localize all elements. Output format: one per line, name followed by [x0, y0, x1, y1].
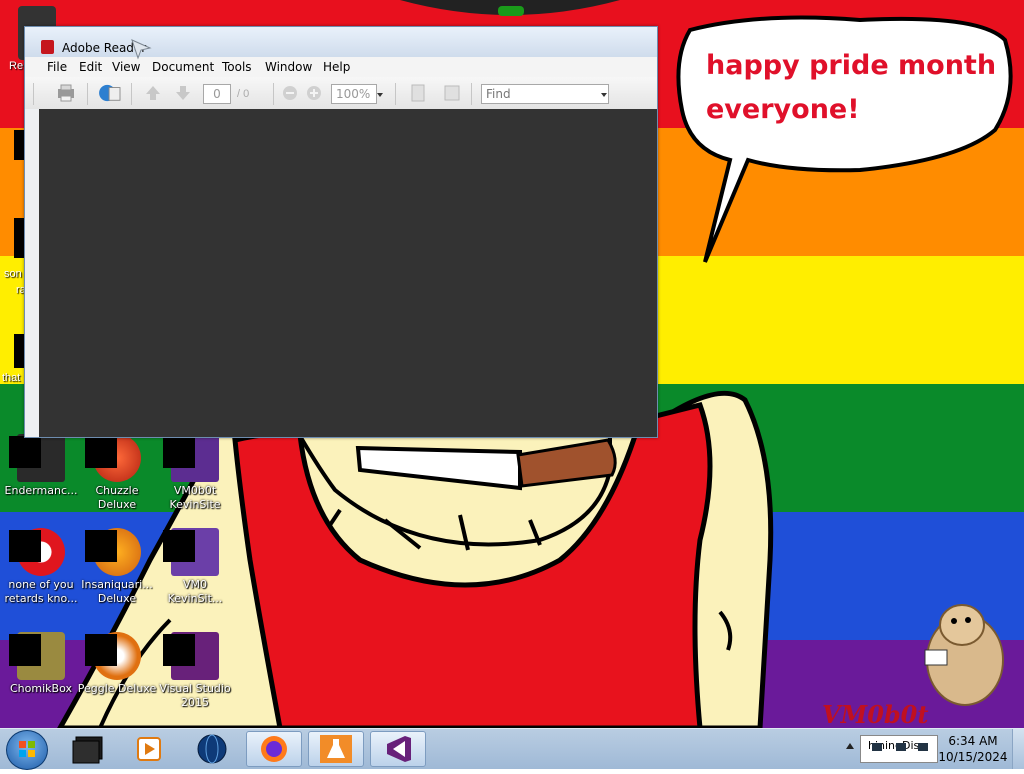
menu-tools[interactable]: Tools — [222, 60, 252, 74]
desktop-icon-none-of-you[interactable]: none of you retards kno... — [0, 528, 82, 606]
insaniquarium-icon — [85, 528, 141, 576]
clock[interactable]: 6:34 AM 10/15/2024 — [938, 733, 1008, 765]
zoom-dropdown-icon[interactable] — [377, 93, 383, 97]
fit-width-icon[interactable] — [443, 83, 461, 103]
edge-label-b: son — [4, 268, 22, 280]
toolbar-separator — [471, 83, 472, 105]
menu-help[interactable]: Help — [323, 60, 350, 74]
next-page-icon[interactable] — [173, 83, 193, 103]
chuzzle-icon — [85, 434, 141, 482]
speech-bubble-text: happy pride month everyone! — [706, 44, 996, 132]
mouse-cursor — [131, 39, 152, 60]
previous-page-icon[interactable] — [143, 83, 163, 103]
taskbar-terminal[interactable] — [60, 731, 116, 767]
flag-icon[interactable] — [918, 743, 928, 751]
globe-icon — [197, 734, 227, 764]
desktop-icon-chomikbox[interactable]: ChomikBox — [0, 632, 82, 696]
menu-document[interactable]: Document — [152, 60, 214, 74]
desktop-icon-vm0-kevinsit[interactable]: VM0 KevinSit... — [154, 528, 236, 606]
start-button[interactable] — [6, 730, 48, 770]
taskbar-globe[interactable] — [184, 731, 240, 767]
show-hidden-icons-button[interactable] — [846, 743, 854, 749]
visual-studio-icon — [387, 736, 411, 762]
desktop: happy pride month everyone! VM0b0t Re so… — [0, 0, 1024, 728]
toolbar-separator — [395, 83, 396, 105]
toolbar-grip — [33, 83, 34, 105]
desktop-icon-endermanc[interactable]: Endermanc... — [0, 434, 82, 498]
edge-label-a: Re — [9, 60, 24, 72]
network-icon[interactable] — [872, 743, 882, 751]
menu-edit[interactable]: Edit — [79, 60, 102, 74]
adobe-reader-icon — [41, 40, 54, 54]
app-icon — [9, 434, 65, 482]
toolbar-separator — [273, 83, 274, 105]
page-total: / 0 — [237, 88, 250, 100]
window-titlebar[interactable]: Adobe Reader — [25, 27, 657, 57]
zoom-level-input[interactable]: 100% — [331, 84, 377, 104]
media-player-icon — [137, 737, 161, 761]
desktop-icon-visual-studio[interactable]: Visual Studio 2015 — [154, 632, 236, 710]
menu-file[interactable]: File — [47, 60, 67, 74]
taskbar-lab-flask[interactable] — [308, 731, 364, 767]
find-input[interactable]: Find — [481, 84, 609, 104]
visual-studio-icon — [163, 632, 219, 680]
edge-label-d: that — [2, 372, 21, 384]
toolbar: 0 / 0 100% Find — [25, 77, 657, 110]
visual-studio-file-icon — [163, 528, 219, 576]
bubble-line-1: happy pride month — [706, 50, 997, 81]
print-icon[interactable] — [55, 83, 77, 103]
taskbar-media-player[interactable] — [120, 731, 176, 767]
navigation-pane-strip[interactable] — [25, 109, 40, 437]
terminal-icon — [72, 736, 103, 764]
desktop-icon-chuzzle[interactable]: Chuzzle Deluxe — [76, 434, 158, 512]
toolbar-separator — [87, 83, 88, 105]
clock-date: 10/15/2024 — [938, 750, 1008, 764]
show-desktop-button[interactable] — [1012, 729, 1024, 769]
clock-time: 6:34 AM — [948, 734, 998, 748]
toolbar-separator — [131, 83, 132, 105]
peggle-icon — [85, 632, 141, 680]
visual-studio-solution-icon — [163, 434, 219, 482]
menu-window[interactable]: Window — [265, 60, 312, 74]
fit-page-icon[interactable] — [409, 83, 427, 103]
collaborate-icon[interactable] — [97, 83, 123, 103]
bubble-line-2: everyone! — [706, 94, 860, 125]
desktop-icon-insaniquarium[interactable]: Insaniquari... Deluxe — [76, 528, 158, 606]
volume-icon[interactable] — [896, 743, 906, 751]
windows-logo-icon — [19, 741, 35, 757]
firefox-icon — [261, 736, 287, 762]
zoom-out-icon[interactable] — [281, 83, 299, 103]
chomikbox-icon — [9, 632, 65, 680]
desktop-icon-vm0b0t-kevinsite[interactable]: VM0b0t KevinSite — [154, 434, 236, 512]
lab-flask-icon — [320, 735, 352, 763]
desktop-icon-peggle[interactable]: Peggle Deluxe — [76, 632, 158, 696]
opera-icon — [9, 528, 65, 576]
taskbar: hiningDis 6:34 AM 10/15/2024 — [0, 728, 1024, 770]
menu-bar: File Edit View Document Tools Window Hel… — [25, 57, 657, 77]
adobe-reader-window[interactable]: Adobe Reader File Edit View Document Too… — [24, 26, 658, 438]
page-number-input[interactable]: 0 — [203, 84, 231, 104]
zoom-in-icon[interactable] — [305, 83, 323, 103]
find-dropdown-icon[interactable] — [601, 93, 607, 97]
taskbar-visual-studio[interactable] — [370, 731, 426, 767]
taskbar-firefox[interactable] — [246, 731, 302, 767]
document-area[interactable] — [39, 109, 657, 437]
wallpaper-signature: VM0b0t — [822, 700, 929, 728]
menu-view[interactable]: View — [112, 60, 140, 74]
